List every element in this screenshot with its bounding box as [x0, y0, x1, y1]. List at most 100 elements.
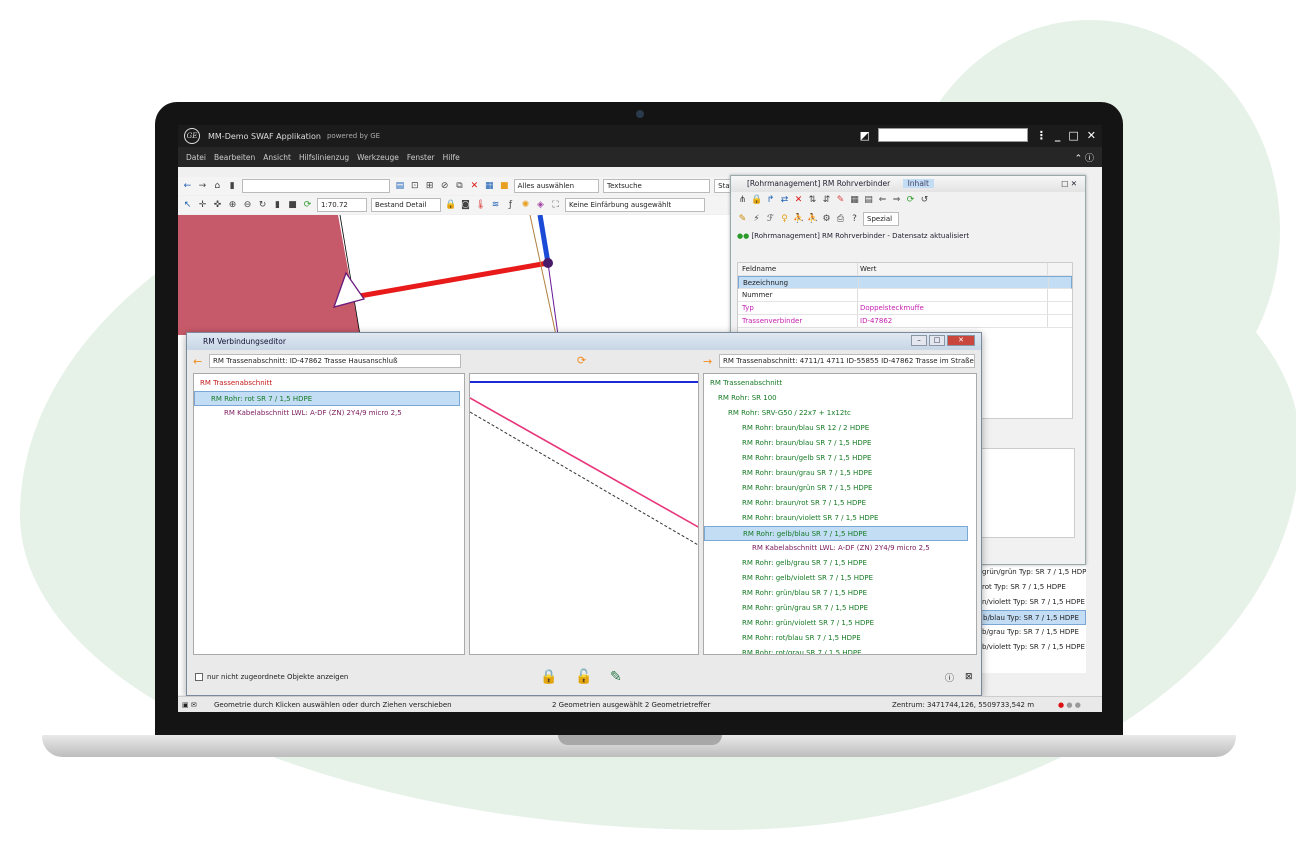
- tree-item[interactable]: RM Rohr: rot/blau SR 7 / 1,5 HDPE: [704, 631, 976, 646]
- list-item[interactable]: rot Typ: SR 7 / 1,5 HDPE: [978, 580, 1086, 595]
- tree-item[interactable]: RM Rohr: braun/grün SR 7 / 1,5 HDPE: [704, 481, 976, 496]
- editor-footer-close-icon[interactable]: ⊠: [965, 672, 973, 682]
- tree-item-selected[interactable]: RM Rohr: gelb/blau SR 7 / 1,5 HDPE: [704, 526, 968, 541]
- menu-werkzeuge[interactable]: Werkzeuge: [357, 153, 399, 162]
- map-node[interactable]: [543, 258, 553, 268]
- tree-item[interactable]: RM Trassenabschnitt: [194, 376, 464, 391]
- left-arrow-icon[interactable]: ←: [193, 355, 209, 368]
- forward-icon[interactable]: →: [197, 181, 208, 192]
- maximize-icon[interactable]: □: [1068, 129, 1078, 142]
- map-blue-line[interactable]: [537, 215, 551, 264]
- scale-input[interactable]: 1:70.72: [317, 198, 367, 212]
- tool-wrench-icon[interactable]: ✎: [610, 669, 622, 685]
- connection-canvas[interactable]: [469, 373, 699, 655]
- settings-icon[interactable]: ✺: [520, 200, 531, 211]
- tree-item-selected[interactable]: RM Rohr: rot SR 7 / 1,5 HDPE: [194, 391, 460, 406]
- menu-datei[interactable]: Datei: [186, 153, 206, 162]
- help-icon[interactable]: ⌃ ⓘ: [1075, 151, 1094, 164]
- tree-item[interactable]: RM Rohr: grün/blau SR 7 / 1,5 HDPE: [704, 586, 976, 601]
- tree-item[interactable]: RM Rohr: SR 100: [704, 391, 976, 406]
- info-icon[interactable]: ▮: [272, 200, 283, 211]
- tool-sync-icon[interactable]: ⇄: [779, 195, 790, 206]
- tool-arrow-icon[interactable]: ↱: [765, 195, 776, 206]
- tree-item[interactable]: RM Rohr: braun/grau SR 7 / 1,5 HDPE: [704, 466, 976, 481]
- thermometer-icon[interactable]: 🌡: [475, 200, 486, 211]
- pointer-icon[interactable]: ↖: [182, 200, 193, 211]
- zoom-select-icon[interactable]: ⊞: [424, 181, 435, 192]
- measure-icon[interactable]: ƒ: [505, 200, 516, 211]
- connection-dashed[interactable]: [470, 411, 699, 546]
- delete-icon[interactable]: ✕: [469, 181, 480, 192]
- tool-delete-icon[interactable]: ✕: [793, 195, 804, 206]
- tool-hierarchy-icon[interactable]: ⋔: [737, 195, 748, 206]
- title-search-input[interactable]: [877, 128, 1028, 142]
- layout-icon[interactable]: ▤: [394, 181, 405, 192]
- row-value[interactable]: ID-47862: [858, 315, 1048, 327]
- editor-help-icon[interactable]: ⓘ: [945, 671, 954, 684]
- layers-icon[interactable]: ≋: [490, 200, 501, 211]
- menu-ansicht[interactable]: Ansicht: [263, 153, 291, 162]
- stop-icon[interactable]: ■: [287, 200, 298, 211]
- lock-icon[interactable]: 🔒: [445, 200, 456, 211]
- special-dropdown[interactable]: Spezial: [863, 212, 899, 226]
- text-search-input[interactable]: Textsuche: [603, 179, 711, 193]
- connection-lines[interactable]: [470, 374, 699, 655]
- connection-pink[interactable]: [470, 397, 699, 528]
- back-icon[interactable]: ←: [182, 181, 193, 192]
- tool-grid-icon[interactable]: ▦: [849, 195, 860, 206]
- location-input[interactable]: [241, 179, 391, 193]
- menu-hilfe[interactable]: Hilfe: [443, 153, 460, 162]
- document-icon[interactable]: ▦: [484, 181, 495, 192]
- tool-eraser-icon[interactable]: ✎: [835, 195, 846, 206]
- zoom-in-icon[interactable]: ⊕: [227, 200, 238, 211]
- tool-print-icon[interactable]: ▤: [863, 195, 874, 206]
- list-item-selected[interactable]: b/blau Typ: SR 7 / 1,5 HDPE: [978, 610, 1086, 625]
- filter-icon[interactable]: ⛶: [550, 200, 561, 211]
- crosshair-icon[interactable]: ✛: [197, 200, 208, 211]
- table-row[interactable]: Nummer: [738, 289, 1072, 302]
- tree-item[interactable]: RM Kabelabschnitt LWL: A-DF (ZN) 2Y4/9 m…: [194, 406, 464, 421]
- folder-icon[interactable]: ■: [499, 181, 510, 192]
- tree-item[interactable]: RM Kabelabschnitt LWL: A-DF (ZN) 2Y4/9 m…: [704, 541, 976, 556]
- status-record-icon[interactable]: ● ● ●: [1058, 697, 1081, 712]
- map-parcel-polygon[interactable]: [178, 215, 360, 335]
- right-section-field[interactable]: RM Trassenabschnitt: 4711/1 4711 ID-5585…: [719, 354, 975, 368]
- tool-split-icon[interactable]: ⇵: [821, 195, 832, 206]
- list-item[interactable]: b/grau Typ: SR 7 / 1,5 HDPE: [978, 625, 1086, 640]
- tool-refresh-icon[interactable]: ⟳: [905, 195, 916, 206]
- col-wert[interactable]: Wert: [858, 263, 1048, 275]
- tree-item[interactable]: RM Rohr: braun/gelb SR 7 / 1,5 HDPE: [704, 451, 976, 466]
- more-menu-icon[interactable]: ⋮: [1036, 129, 1047, 142]
- editor-close-icon[interactable]: ✕: [947, 335, 975, 346]
- app-switch-icon[interactable]: ◩: [859, 129, 869, 142]
- tool-lock-icon[interactable]: 🔒: [751, 195, 762, 206]
- map-red-line[interactable]: [353, 260, 549, 300]
- table-row[interactable]: Bezeichnung: [738, 276, 1072, 289]
- crosshair-add-icon[interactable]: ✜: [212, 200, 223, 211]
- swap-sync-icon[interactable]: ⟳: [577, 354, 586, 367]
- edit-icon[interactable]: ⊘: [439, 181, 450, 192]
- tool-group-icon[interactable]: ⛹: [807, 214, 818, 225]
- tree-item[interactable]: RM Rohr: SRV-G50 / 22x7 + 1x12tc: [704, 406, 976, 421]
- refresh-icon[interactable]: ⟳: [302, 200, 313, 211]
- row-value[interactable]: [858, 289, 1048, 301]
- style-icon[interactable]: ◈: [535, 200, 546, 211]
- row-value[interactable]: Doppelsteckmuffe: [858, 302, 1048, 314]
- select-all-dropdown[interactable]: Alles auswählen: [513, 179, 599, 193]
- table-row[interactable]: Trassenverbinder ID-47862: [738, 315, 1072, 328]
- editor-maximize-icon[interactable]: □: [929, 335, 945, 346]
- right-arrow-icon[interactable]: →: [703, 355, 719, 368]
- left-section-field[interactable]: RM Trassenabschnitt: ID-47862 Trasse Hau…: [209, 354, 461, 368]
- tree-item[interactable]: RM Rohr: rot/grau SR 7 / 1,5 HDPE: [704, 646, 976, 654]
- table-row[interactable]: Typ Doppelsteckmuffe: [738, 302, 1072, 315]
- list-item[interactable]: grün/grün Typ: SR 7 / 1,5 HDPE: [978, 565, 1086, 580]
- view-mode-dropdown[interactable]: Bestand Detail: [371, 198, 441, 212]
- tool-forward-icon[interactable]: ⇒: [891, 195, 902, 206]
- tree-item[interactable]: RM Rohr: braun/blau SR 12 / 2 HDPE: [704, 421, 976, 436]
- tree-item[interactable]: RM Rohr: gelb/grau SR 7 / 1,5 HDPE: [704, 556, 976, 571]
- row-value[interactable]: [859, 277, 1049, 288]
- zoom-extent-icon[interactable]: ⊡: [409, 181, 420, 192]
- list-item[interactable]: b/violett Typ: SR 7 / 1,5 HDPE: [978, 640, 1086, 655]
- tool-gear-icon[interactable]: ⚙: [821, 214, 832, 225]
- col-feldname[interactable]: Feldname: [738, 263, 858, 275]
